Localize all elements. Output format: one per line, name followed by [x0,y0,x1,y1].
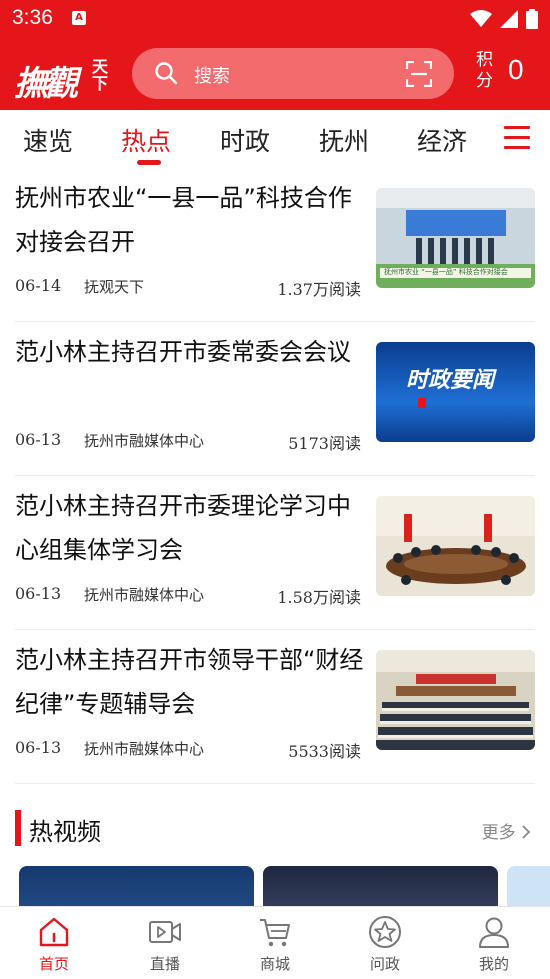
news-thumbnail[interactable]: 时政要闻 [376,342,535,442]
active-tab-indicator [137,160,161,165]
search-bar[interactable]: 搜索 [132,48,454,99]
news-title[interactable]: 范小林主持召开市委常委会会议 [15,330,365,374]
video-card[interactable] [263,866,498,906]
more-link[interactable]: 更多 [482,818,531,843]
star-icon [369,916,401,948]
video-card[interactable] [19,866,254,906]
video-strip [0,866,550,906]
cart-icon [260,919,290,947]
status-time: 3:36 [12,6,53,29]
tab-redian[interactable]: 热点 [121,122,171,158]
channel-menu-icon[interactable] [504,126,530,150]
video-card[interactable] [507,866,550,906]
battery-icon [526,9,538,29]
news-item[interactable]: 范小林主持召开市委理论学习中心组集体学习会 06-13 抚州市融媒体中心 1.5… [15,476,535,630]
news-title[interactable]: 范小林主持召开市领导干部“财经纪律”专题辅导会 [15,638,365,726]
news-item[interactable]: 抚州市农业“一县一品”科技合作对接会召开 06-14 抚观天下 1.37万阅读 [15,168,535,322]
chevron-right-icon [522,825,531,839]
wifi-icon [470,10,492,27]
notification-app-icon: A [72,11,86,25]
bottom-nav: 首页 直播 商城 问政 我的 [0,906,550,979]
hot-video-title: 热视频 [29,818,101,846]
news-read-count: 1.58万阅读 [277,588,361,607]
channel-tabs: 速览 热点 时政 抚州 经济 [0,110,550,168]
tab-sulan[interactable]: 速览 [23,122,73,158]
news-source: 抚观天下 [84,278,145,296]
news-thumbnail[interactable] [376,496,535,596]
home-icon [39,917,69,947]
news-read-count: 1.37万阅读 [277,280,361,299]
nav-mall[interactable]: 商城 [230,915,320,974]
app-logo[interactable]: 撫觀 天下 [14,52,114,104]
thumb-title-text: 时政要闻 [406,368,495,393]
points-label[interactable]: 积分 [476,50,498,92]
news-item[interactable]: 范小林主持召开市委常委会会议 06-13 抚州市融媒体中心 5173阅读 时政要… [15,322,535,476]
thumb-banner-text: 抚州市农业 “一县一品” 科技合作对接会 [384,268,508,276]
news-date: 06-13 [15,584,62,603]
news-read-count: 5533阅读 [288,742,361,761]
news-title[interactable]: 抚州市农业“一县一品”科技合作对接会召开 [15,176,365,264]
app-header: 撫觀 天下 搜索 积分 0 [0,40,550,110]
section-accent-bar [15,810,21,846]
scan-icon[interactable] [406,61,432,87]
nav-wenzheng[interactable]: 问政 [340,915,430,974]
nav-label: 直播 [149,955,180,973]
nav-mine[interactable]: 我的 [449,915,539,974]
signal-icon [500,10,518,28]
logo-side-text: 天下 [92,57,109,93]
search-placeholder: 搜索 [194,66,230,87]
tab-jingji[interactable]: 经济 [417,122,467,158]
nav-label: 首页 [38,955,69,973]
more-label: 更多 [481,823,516,843]
news-item[interactable]: 范小林主持召开市领导干部“财经纪律”专题辅导会 06-13 抚州市融媒体中心 5… [15,630,535,784]
thumb-badge [418,398,426,408]
user-icon [479,917,509,948]
tab-fuzhou[interactable]: 抚州 [319,122,369,158]
nav-label: 商城 [259,955,290,973]
nav-home[interactable]: 首页 [9,915,99,974]
nav-live[interactable]: 直播 [120,915,210,974]
logo-main-text: 撫觀 [14,64,78,104]
status-icons [470,8,538,30]
points-value[interactable]: 0 [508,54,524,86]
tab-shizheng[interactable]: 时政 [220,122,270,158]
search-icon [155,62,178,85]
news-title[interactable]: 范小林主持召开市委理论学习中心组集体学习会 [15,484,365,572]
news-read-count: 5173阅读 [288,434,361,453]
news-date: 06-13 [15,430,62,449]
news-thumbnail[interactable] [376,650,535,750]
news-date: 06-14 [15,276,62,295]
news-thumbnail[interactable]: 抚州市农业 “一县一品” 科技合作对接会 [376,188,535,288]
nav-label: 问政 [369,955,400,973]
news-source: 抚州市融媒体中心 [84,586,205,604]
nav-label: 我的 [478,955,509,973]
news-date: 06-13 [15,738,62,757]
news-source: 抚州市融媒体中心 [84,432,205,450]
hot-video-header: 热视频 更多 [15,808,535,848]
live-icon [149,921,181,943]
news-source: 抚州市融媒体中心 [84,740,205,758]
status-bar: 3:36 A [0,0,550,40]
